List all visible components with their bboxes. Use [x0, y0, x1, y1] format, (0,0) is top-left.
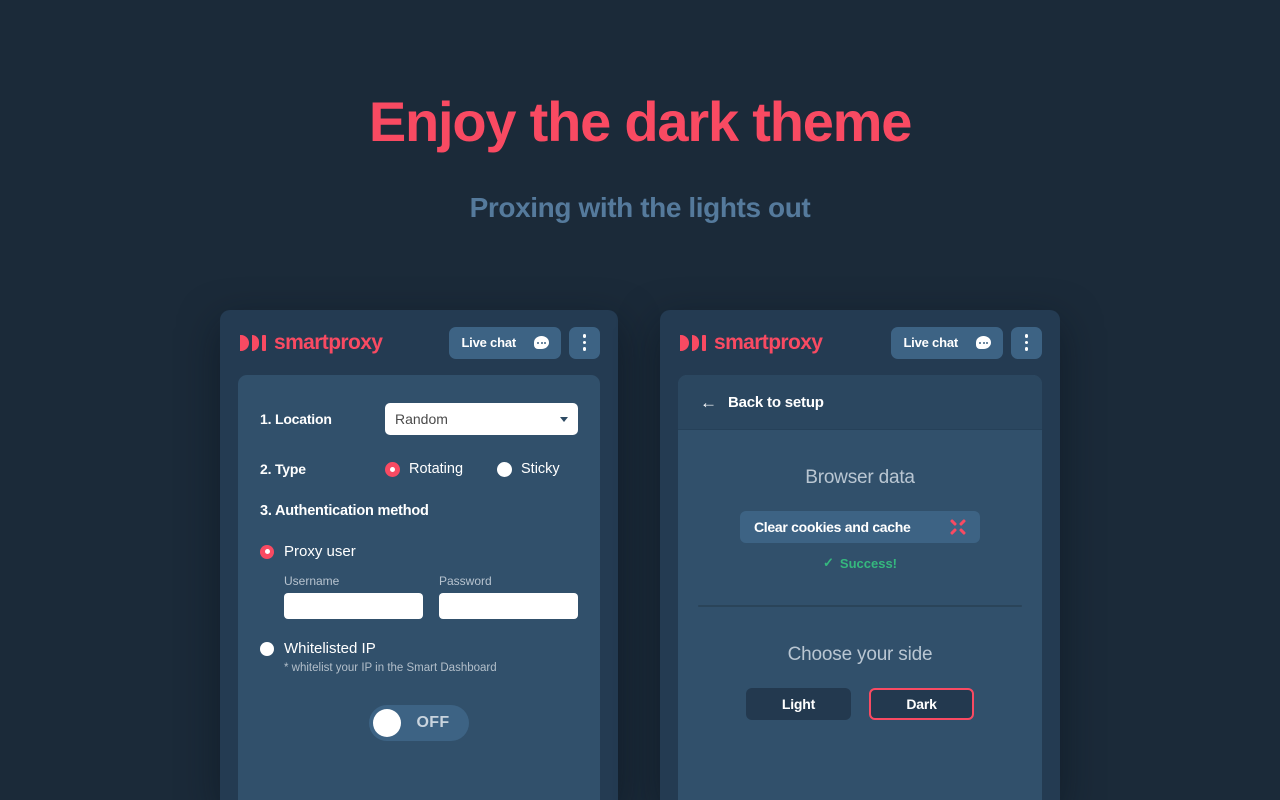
panel-header-right: smartproxy Live chat — [660, 310, 1060, 375]
theme-options: Light Dark — [698, 688, 1022, 720]
auth-option-whitelisted-ip[interactable]: Whitelisted IP — [260, 640, 578, 657]
chevron-down-icon — [560, 416, 568, 422]
smartproxy-play-marks-icon — [240, 334, 266, 351]
radio-icon-sticky — [497, 461, 513, 477]
auth-option-proxy-user[interactable]: Proxy user — [260, 543, 578, 560]
location-label: 1. Location — [260, 411, 332, 427]
username-label: Username — [284, 574, 340, 588]
live-chat-label-right: Live chat — [903, 335, 958, 350]
chat-bubble-icon — [976, 336, 991, 349]
whitelisted-ip-block: Whitelisted IP * whitelist your IP in th… — [260, 640, 578, 674]
type-label: 2. Type — [260, 461, 306, 477]
back-to-setup-label: Back to setup — [728, 393, 824, 411]
back-to-setup-button[interactable]: ← Back to setup — [678, 375, 1042, 430]
live-chat-button-right[interactable]: Live chat — [891, 326, 1003, 359]
settings-body: Browser data Clear cookies and cache ✓ S… — [678, 467, 1042, 720]
power-toggle[interactable]: OFF — [369, 705, 469, 741]
username-field-group: Username — [284, 574, 423, 619]
radio-icon-proxy-user — [260, 544, 274, 559]
type-option-sticky[interactable]: Sticky — [497, 461, 560, 477]
type-option-sticky-label: Sticky — [521, 461, 560, 477]
section-divider — [698, 605, 1022, 607]
password-input[interactable] — [439, 593, 578, 619]
settings-panel: smartproxy Live chat ← Back to setup Bro… — [660, 310, 1060, 800]
header-actions-right: Live chat — [891, 326, 1042, 359]
radio-icon-whitelisted-ip — [260, 641, 274, 656]
hero-section: Enjoy the dark theme Proxing with the li… — [0, 0, 1280, 224]
credentials-group: Username Password — [284, 574, 578, 619]
theme-option-dark[interactable]: Dark — [869, 688, 974, 720]
choose-side-title: Choose your side — [787, 644, 933, 665]
type-option-rotating[interactable]: Rotating — [385, 461, 463, 477]
brand-logo: smartproxy — [240, 330, 383, 355]
password-label: Password — [439, 574, 492, 588]
page-subtitle: Proxing with the lights out — [469, 192, 811, 224]
whitelisted-ip-note: * whitelist your IP in the Smart Dashboa… — [284, 662, 497, 674]
setup-panel: smartproxy Live chat 1. Location Random — [220, 310, 618, 800]
more-menu-button[interactable] — [569, 326, 600, 359]
header-actions-left: Live chat — [449, 326, 600, 359]
brand-name: smartproxy — [274, 330, 383, 354]
auth-option-proxy-user-label: Proxy user — [284, 543, 356, 560]
settings-card: ← Back to setup Browser data Clear cooki… — [678, 375, 1042, 800]
toggle-knob — [373, 709, 401, 737]
arrow-left-icon: ← — [700, 392, 717, 412]
setup-card: 1. Location Random 2. Type Rotating Stic… — [238, 375, 600, 800]
auth-option-whitelisted-ip-label: Whitelisted IP — [284, 640, 376, 657]
location-select[interactable]: Random — [385, 403, 578, 435]
brand-name-right: smartproxy — [714, 330, 823, 354]
clear-status-message: ✓ Success! — [698, 555, 1022, 571]
check-icon: ✓ — [823, 555, 834, 570]
smartproxy-play-marks-icon — [680, 334, 706, 351]
location-row: 1. Location Random — [260, 403, 578, 435]
type-row: 2. Type Rotating Sticky — [260, 461, 578, 477]
panels-container: smartproxy Live chat 1. Location Random — [0, 310, 1280, 800]
toggle-state-label: OFF — [416, 714, 450, 731]
type-option-rotating-label: Rotating — [409, 461, 464, 477]
password-field-group: Password — [439, 574, 578, 619]
theme-option-light[interactable]: Light — [746, 688, 851, 720]
power-toggle-wrap: OFF — [260, 705, 578, 741]
location-selected-value: Random — [395, 411, 448, 427]
chat-bubble-icon — [534, 336, 549, 349]
more-menu-button-right[interactable] — [1011, 326, 1042, 359]
live-chat-label: Live chat — [461, 335, 516, 350]
panel-header-left: smartproxy Live chat — [220, 310, 618, 375]
brand-logo-right: smartproxy — [680, 330, 823, 355]
auth-method-title: 3. Authentication method — [260, 503, 429, 519]
type-radio-group: Rotating Sticky — [385, 461, 560, 477]
setup-form: 1. Location Random 2. Type Rotating Stic… — [238, 375, 600, 741]
radio-icon-rotating — [385, 461, 400, 477]
page-title: Enjoy the dark theme — [368, 90, 913, 153]
collapse-arrows-icon — [949, 518, 967, 536]
browser-data-title: Browser data — [805, 467, 915, 488]
clear-cookies-label: Clear cookies and cache — [754, 519, 911, 535]
clear-status-label: Success! — [839, 555, 897, 571]
username-input[interactable] — [284, 593, 423, 619]
clear-cookies-button[interactable]: Clear cookies and cache — [740, 511, 980, 543]
live-chat-button[interactable]: Live chat — [449, 326, 561, 359]
